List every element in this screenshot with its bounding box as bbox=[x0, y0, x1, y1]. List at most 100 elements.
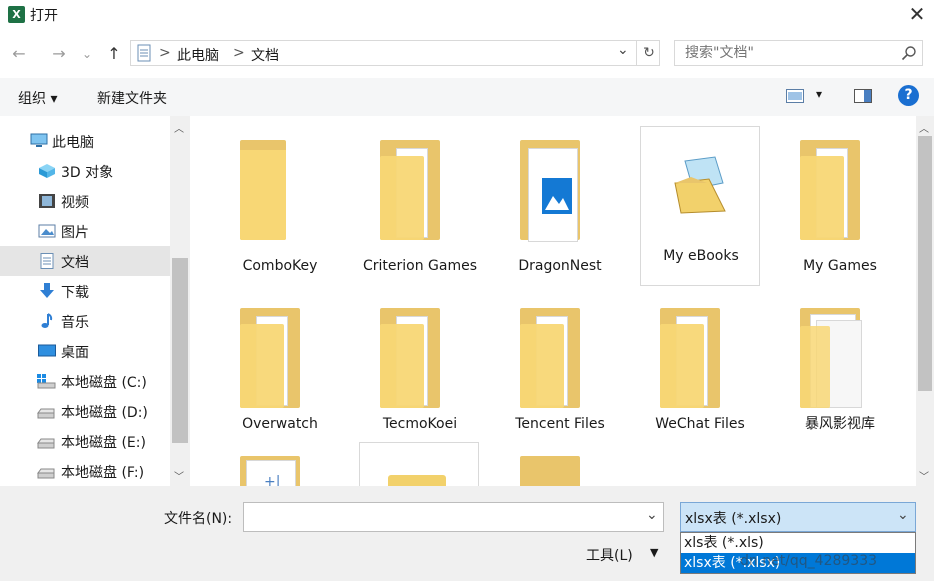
chevron-down-icon[interactable]: ⌄ bbox=[897, 507, 909, 523]
computer-icon bbox=[30, 133, 48, 149]
file-label: TecmoKoei bbox=[382, 416, 458, 432]
folder-icon bbox=[240, 150, 286, 240]
address-bar[interactable]: > 此电脑 > 文档 ⌄ bbox=[130, 40, 660, 66]
sidebar-scroll-thumb[interactable] bbox=[172, 258, 188, 443]
help-icon[interactable]: ? bbox=[898, 85, 919, 106]
file-label: Tencent Files bbox=[515, 416, 605, 432]
picture-icon bbox=[38, 223, 56, 239]
sidebar-item-downloads[interactable]: 下载 bbox=[0, 276, 170, 306]
preview-pane-icon[interactable] bbox=[854, 89, 872, 107]
desktop-icon bbox=[38, 343, 56, 359]
window-title: 打开 bbox=[30, 8, 58, 24]
sidebar-item-pictures[interactable]: 图片 bbox=[0, 216, 170, 246]
view-mode-icon[interactable] bbox=[786, 89, 804, 107]
search-box[interactable] bbox=[674, 40, 923, 66]
sidebar-item-label: 音乐 bbox=[61, 315, 89, 331]
folder-item[interactable] bbox=[500, 446, 620, 486]
drive-icon bbox=[36, 433, 55, 449]
filename-combobox[interactable]: ⌄ bbox=[243, 502, 664, 532]
sidebar-item-this-pc[interactable]: 此电脑 bbox=[0, 126, 170, 156]
back-button[interactable]: ← bbox=[8, 42, 30, 66]
search-icon[interactable] bbox=[901, 45, 917, 65]
scroll-up-arrow[interactable]: ︿ bbox=[919, 120, 929, 135]
folder-item[interactable]: TecmoKoei bbox=[360, 296, 480, 456]
folder-item[interactable]: DragonNest bbox=[500, 126, 620, 286]
sidebar-item-music[interactable]: 音乐 bbox=[0, 306, 170, 336]
breadcrumb-separator: > bbox=[159, 45, 171, 61]
breadcrumb-documents[interactable]: 文档 bbox=[251, 45, 279, 65]
breadcrumb-separator: > bbox=[233, 45, 245, 61]
sidebar-item-label: 图片 bbox=[61, 225, 89, 241]
content-scroll-thumb[interactable] bbox=[918, 136, 932, 391]
document-icon bbox=[38, 253, 56, 269]
folder-item[interactable]: Tencent Files bbox=[500, 296, 620, 456]
filetype-selected-value: xlsx表 (*.xlsx) bbox=[685, 511, 782, 527]
sidebar-item-label: 本地磁盘 (F:) bbox=[61, 465, 145, 481]
sidebar-item-desktop[interactable]: 桌面 bbox=[0, 336, 170, 366]
view-options-arrow[interactable]: ▾ bbox=[816, 87, 822, 101]
settings-file-icon: +| bbox=[264, 474, 281, 486]
folder-item[interactable]: My Games bbox=[780, 126, 900, 286]
file-label: DragonNest bbox=[518, 258, 602, 274]
sidebar-item-label: 视频 bbox=[61, 195, 89, 211]
recent-locations-button[interactable]: ⌄ bbox=[80, 42, 94, 66]
folder-item[interactable]: Overwatch bbox=[220, 296, 340, 456]
chevron-down-icon[interactable]: ⌄ bbox=[646, 507, 658, 523]
folder-item[interactable]: +| bbox=[220, 446, 340, 486]
windows-drive-icon bbox=[36, 373, 56, 389]
up-button[interactable]: ↑ bbox=[103, 42, 125, 66]
organize-menu[interactable]: 组织 ▾ bbox=[18, 88, 57, 108]
filetype-option-xls[interactable]: xls表 (*.xls) bbox=[681, 533, 915, 553]
sidebar-item-label: 下载 bbox=[61, 285, 89, 301]
file-label: WeChat Files bbox=[655, 416, 745, 432]
folder-icon bbox=[660, 324, 704, 408]
scroll-down-arrow[interactable]: ﹀ bbox=[174, 468, 184, 483]
drive-icon bbox=[36, 403, 55, 419]
file-view: ComboKey Criterion Games DragonNest My e… bbox=[190, 116, 916, 486]
sidebar-item-drive-d[interactable]: 本地磁盘 (D:) bbox=[0, 396, 170, 426]
command-toolbar: 组织 ▾ 新建文件夹 ▾ ? bbox=[0, 78, 934, 116]
documents-location-icon bbox=[137, 44, 151, 66]
folder-item[interactable]: 暴风影视库 bbox=[780, 296, 900, 456]
filetype-select[interactable]: xlsx表 (*.xlsx) ⌄ bbox=[680, 502, 916, 532]
breadcrumb-this-pc[interactable]: 此电脑 bbox=[177, 45, 219, 65]
scroll-up-arrow[interactable]: ︿ bbox=[174, 120, 184, 135]
drive-icon bbox=[36, 463, 55, 479]
file-label: Criterion Games bbox=[362, 258, 478, 274]
sidebar-item-drive-e[interactable]: 本地磁盘 (E:) bbox=[0, 426, 170, 456]
filename-label: 文件名(N): bbox=[164, 511, 233, 527]
sidebar-item-label: 本地磁盘 (C:) bbox=[61, 375, 147, 391]
sidebar-item-label: 本地磁盘 (D:) bbox=[61, 405, 148, 421]
download-arrow-icon bbox=[38, 283, 56, 299]
folder-item[interactable]: WeChat Files bbox=[640, 296, 760, 456]
excel-app-icon: X bbox=[8, 6, 25, 23]
sidebar-item-videos[interactable]: 视频 bbox=[0, 186, 170, 216]
folder-item[interactable] bbox=[359, 442, 479, 486]
sidebar-item-drive-c[interactable]: 本地磁盘 (C:) bbox=[0, 366, 170, 396]
sidebar-item-label: 本地磁盘 (E:) bbox=[61, 435, 146, 451]
folder-icon bbox=[520, 324, 564, 408]
scroll-down-arrow[interactable]: ﹀ bbox=[919, 468, 929, 483]
folder-icon bbox=[380, 156, 424, 240]
sidebar-item-3d-objects[interactable]: 3D 对象 bbox=[0, 156, 170, 186]
sidebar-item-documents[interactable]: 文档 bbox=[0, 246, 170, 276]
close-button[interactable]: ✕ bbox=[900, 0, 934, 30]
file-label: My eBooks bbox=[663, 248, 739, 264]
folder-item[interactable]: ComboKey bbox=[220, 126, 340, 286]
new-folder-button[interactable]: 新建文件夹 bbox=[97, 88, 167, 108]
refresh-button[interactable]: ↻ bbox=[636, 40, 661, 66]
file-label: My Games bbox=[803, 258, 877, 274]
ebook-folder-icon bbox=[671, 155, 731, 221]
folder-item[interactable]: My eBooks bbox=[640, 126, 760, 286]
search-input[interactable] bbox=[683, 44, 897, 62]
tools-dropdown-arrow[interactable]: ▼ bbox=[650, 546, 658, 559]
sidebar-item-drive-f[interactable]: 本地磁盘 (F:) bbox=[0, 456, 170, 486]
file-label: ComboKey bbox=[242, 258, 318, 274]
title-bar: X 打开 ✕ bbox=[0, 0, 934, 30]
tools-menu[interactable]: 工具(L) bbox=[586, 545, 633, 565]
content-scrollbar[interactable]: ︿ ﹀ bbox=[916, 116, 934, 486]
forward-button[interactable]: → bbox=[48, 42, 70, 66]
address-dropdown-button[interactable]: ⌄ bbox=[617, 42, 629, 58]
folder-item[interactable]: Criterion Games bbox=[360, 126, 480, 286]
sidebar-scrollbar[interactable]: ︿ ﹀ bbox=[170, 116, 190, 486]
